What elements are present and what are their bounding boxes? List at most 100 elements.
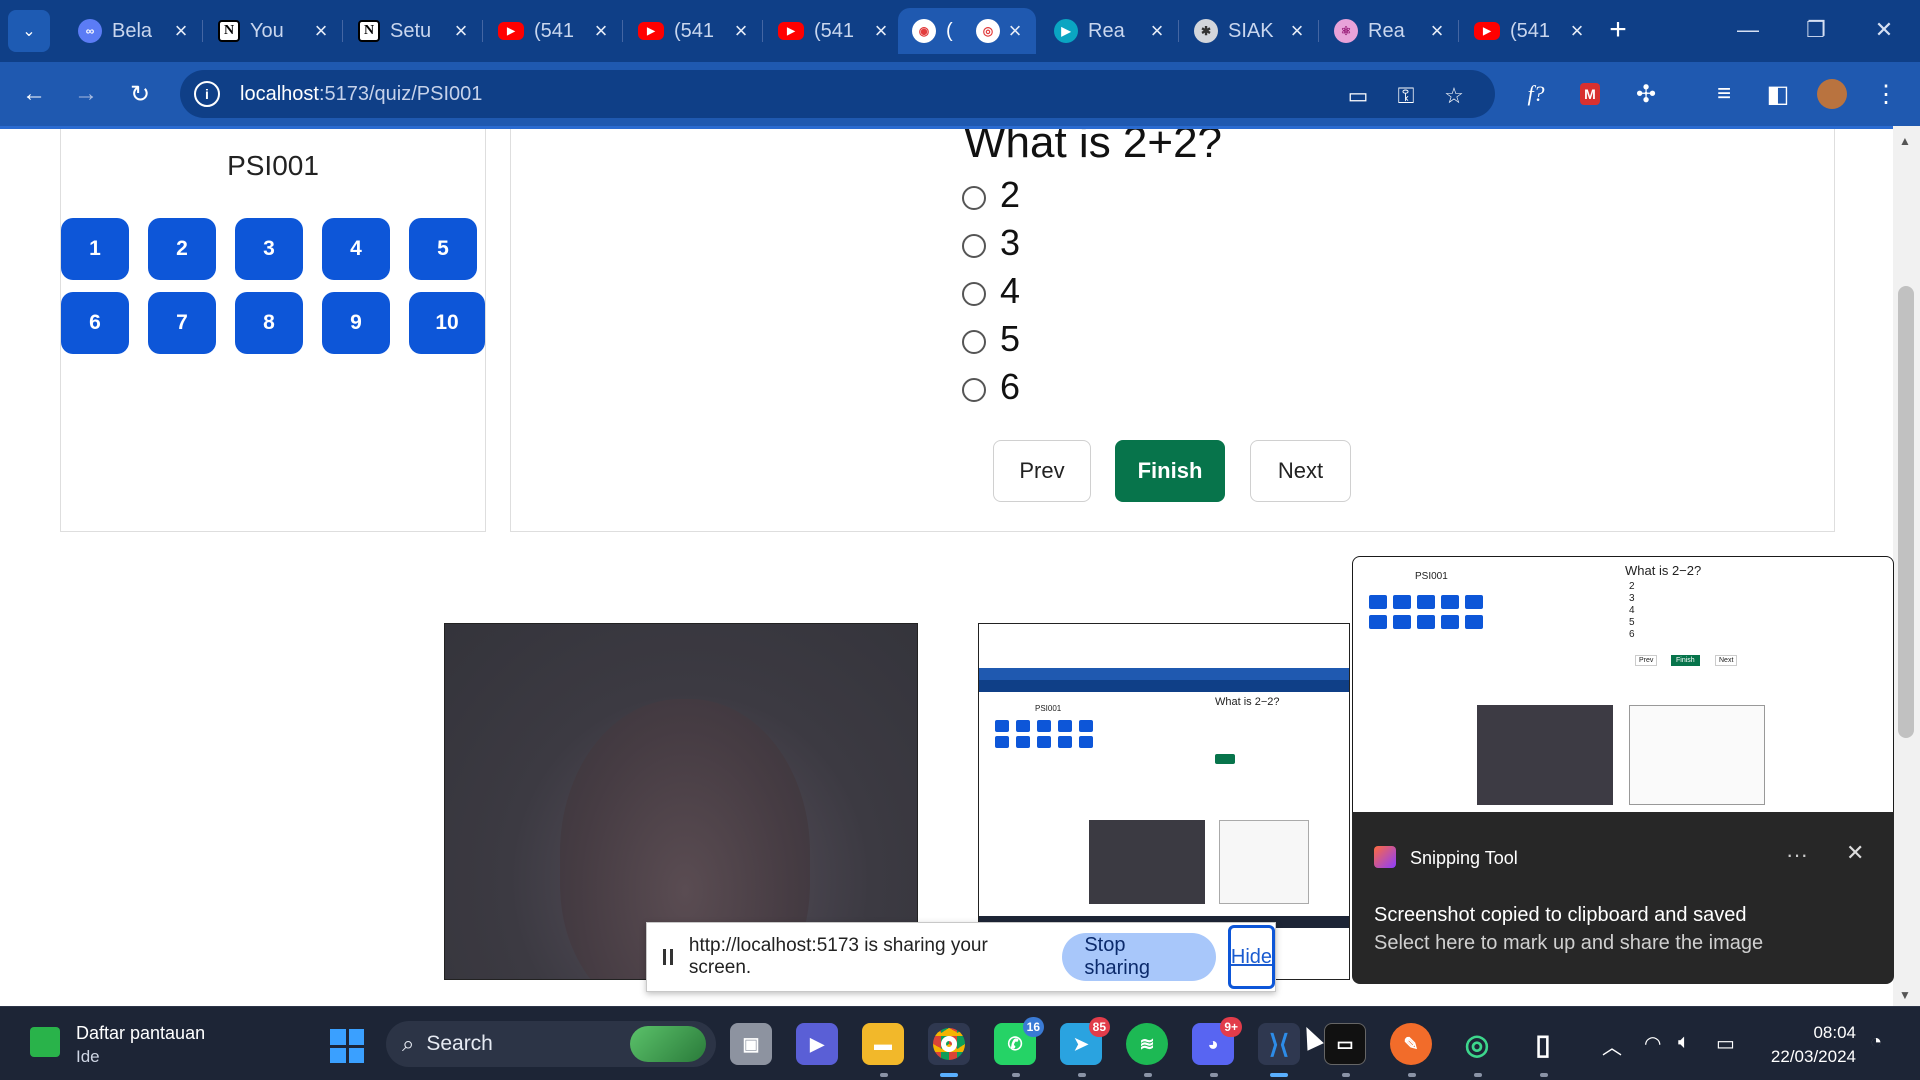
notifications-icon[interactable]: ◔ [1870,1031,1882,1054]
reload-button[interactable]: ↻ [118,72,162,116]
side-panel-icon[interactable]: ◧ [1756,72,1800,116]
close-tab-icon[interactable]: × [450,18,472,44]
chevron-up-icon[interactable]: ︿ [1602,1031,1622,1060]
close-window-button[interactable]: ✕ [1854,8,1914,52]
radio-button[interactable] [962,378,986,402]
radio-button[interactable] [962,282,986,306]
radio-button[interactable] [962,186,986,210]
tab-4[interactable]: ▶ (541 × [484,8,622,54]
tab-11[interactable]: ▶ (541 × [1460,8,1598,54]
start-button[interactable] [330,1029,364,1063]
terminal-icon[interactable]: ▭ [1324,1023,1366,1065]
close-tab-icon[interactable]: × [1004,18,1026,44]
forward-button[interactable]: → [64,72,108,116]
widget-title[interactable]: Daftar pantauan [76,1023,205,1044]
answer-option[interactable]: 4 [962,270,1020,312]
restore-button[interactable]: ❐ [1786,8,1846,52]
profile-avatar[interactable] [1810,72,1854,116]
answer-option[interactable]: 3 [962,222,1020,264]
tab-1[interactable]: ∞ Bela × [64,8,202,54]
close-tab-icon[interactable]: × [1426,18,1448,44]
question-number-button[interactable]: 10 [409,292,485,354]
question-number-button[interactable]: 1 [61,218,129,280]
watchlist-icon[interactable] [30,1027,60,1057]
site-info-icon[interactable]: i [194,81,220,107]
whatsapp-icon[interactable]: ✆ 16 [994,1017,1044,1065]
tab-search-button[interactable]: ⌄ [8,10,50,52]
question-number-button[interactable]: 2 [148,218,216,280]
chrome-icon[interactable] [928,1023,970,1065]
tab-2[interactable]: N You × [204,8,342,54]
hide-button[interactable]: Hide [1227,925,1276,989]
media-controls-icon[interactable]: ≡ [1702,72,1746,116]
snipping-tool-notification[interactable]: Snipping Tool ··· ✕ Screenshot copied to… [1352,812,1894,984]
scroll-thumb[interactable] [1898,286,1914,738]
question-number-button[interactable]: 5 [409,218,477,280]
close-notification-button[interactable]: ✕ [1846,840,1864,866]
taskbar-search[interactable]: ⌕ Search [386,1021,716,1067]
answer-option[interactable]: 6 [962,366,1020,408]
volume-icon[interactable]: 🔈︎ [1678,1031,1690,1054]
question-number-button[interactable]: 3 [235,218,303,280]
vscode-icon[interactable]: ⟩⟨ [1258,1023,1300,1065]
close-tab-icon[interactable]: × [1286,18,1308,44]
scroll-down-icon[interactable]: ▼ [1899,988,1911,1002]
close-tab-icon[interactable]: × [730,18,752,44]
close-tab-icon[interactable]: × [1566,18,1588,44]
discord-icon[interactable]: ◕ 9+ [1192,1017,1242,1065]
battery-icon[interactable]: ▭ [1716,1031,1735,1056]
stop-sharing-button[interactable]: Stop sharing [1062,933,1216,981]
meet-icon[interactable]: ▶ [796,1023,838,1065]
page-scrollbar[interactable]: ▲ ▼ [1893,126,1920,1006]
close-tab-icon[interactable]: × [1146,18,1168,44]
question-number-button[interactable]: 4 [322,218,390,280]
spotify-icon[interactable]: ≋ [1126,1023,1168,1065]
address-bar[interactable]: i localhost:5173/quiz/PSI001 ▭ ⚿ ☆ [180,70,1495,118]
tab-10[interactable]: ⚛ Rea × [1320,8,1458,54]
snipping-preview-image[interactable]: PSI001 What is 2−2? 2 3 4 5 6 Prev Finis… [1352,556,1894,814]
tab-active-quiz[interactable]: ◉(◎ × [898,8,1036,54]
close-tab-icon[interactable]: × [170,18,192,44]
formula-extension-icon[interactable]: f? [1514,72,1558,116]
back-button[interactable]: ← [12,72,56,116]
extensions-icon[interactable]: ✣ [1624,72,1668,116]
radio-button[interactable] [962,330,986,354]
minimize-button[interactable]: — [1718,8,1778,52]
menu-icon[interactable]: ⋮ [1864,72,1908,116]
question-number-button[interactable]: 6 [61,292,129,354]
camera-icon[interactable]: ▭ [1340,78,1376,114]
tab-8[interactable]: ▶ Rea × [1040,8,1178,54]
tab-9[interactable]: ✱ SIAK × [1180,8,1318,54]
question-number-button[interactable]: 8 [235,292,303,354]
system-clock[interactable]: 08:04 22/03/2024 [1760,1021,1856,1069]
mendeley-extension-icon[interactable]: M [1568,72,1612,116]
answer-option[interactable]: 2 [962,174,1020,216]
close-tab-icon[interactable]: × [870,18,892,44]
question-number-button[interactable]: 9 [322,292,390,354]
more-options-button[interactable]: ··· [1786,842,1808,868]
proxy-app-icon[interactable]: ◎ [1456,1023,1498,1065]
star-icon[interactable]: ☆ [1436,78,1472,114]
telegram-icon[interactable]: ➤ 85 [1060,1017,1110,1065]
tab-6[interactable]: ▶ (541 × [764,8,902,54]
wifi-icon[interactable]: ◠ [1644,1031,1661,1056]
recording-icon: ◎ [976,19,1000,43]
file-icon[interactable]: ▯ [1522,1023,1564,1065]
file-explorer-icon[interactable]: ▬ [862,1023,904,1065]
mini-number [1016,736,1030,748]
next-button[interactable]: Next [1250,440,1351,502]
scroll-up-icon[interactable]: ▲ [1899,134,1911,148]
close-tab-icon[interactable]: × [590,18,612,44]
tab-5[interactable]: ▶ (541 × [624,8,762,54]
key-icon[interactable]: ⚿ [1388,78,1424,114]
task-view-icon[interactable]: ▣ [730,1023,772,1065]
radio-button[interactable] [962,234,986,258]
finish-button[interactable]: Finish [1115,440,1225,502]
new-tab-button[interactable]: + [1600,12,1636,48]
prev-button[interactable]: Prev [993,440,1091,502]
close-tab-icon[interactable]: × [310,18,332,44]
question-number-button[interactable]: 7 [148,292,216,354]
tab-3[interactable]: N Setu × [344,8,482,54]
postman-icon[interactable]: ✎ [1390,1023,1432,1065]
answer-option[interactable]: 5 [962,318,1020,360]
